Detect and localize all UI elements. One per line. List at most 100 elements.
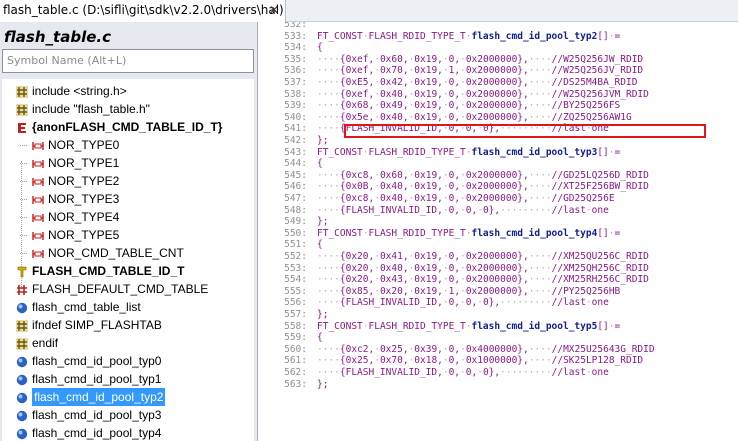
symbol-label: NOR_TYPE0 xyxy=(48,138,120,152)
code-editor[interactable]: 532: 533: FT_CONST·FLASH_RDID_TYPE_T·flash… xyxy=(259,22,738,441)
code-text: ····{0x20,·0x41,·0x19,·0,·0x2000000},···… xyxy=(317,251,649,262)
symbol-label: include <string.h> xyxy=(32,84,127,98)
code-line: 563:}; xyxy=(259,379,738,390)
code-line: 554: ····{0x20,·0x43,·0x19,·0,·0x2000000}… xyxy=(259,274,738,285)
symbol-item[interactable]: flash_cmd_id_pool_typ0 xyxy=(2,352,254,370)
code-line: 548: ····{FLASH_INVALID_ID,·0,·0,·0},····… xyxy=(259,205,738,216)
tree-connector xyxy=(20,235,27,236)
code-line: 552: ····{0x20,·0x41,·0x19,·0,·0x2000000}… xyxy=(259,251,738,262)
code-line: 534: { xyxy=(259,42,738,53)
symbol-item[interactable]: flash_cmd_id_pool_typ4 xyxy=(2,424,254,441)
line-number: 557: xyxy=(284,309,307,320)
symbol-item[interactable]: endif xyxy=(2,334,254,352)
symbol-item[interactable]: ifndef SIMP_FLASHTAB xyxy=(2,316,254,334)
symbol-label: flash_cmd_id_pool_typ4 xyxy=(32,426,162,440)
symbol-item[interactable]: NOR_TYPE5 xyxy=(2,226,254,244)
code-line: 562: ····{FLASH_INVALID_ID,·0,·0,·0},····… xyxy=(259,367,738,378)
define-icon xyxy=(16,337,28,350)
line-number: 540: xyxy=(284,111,307,123)
line-number: 561: xyxy=(284,355,307,367)
code-line: 550: FT_CONST·FLASH_RDID_TYPE_T·flash_cmd… xyxy=(259,228,738,239)
code-text: ····{0xE5,·0x42,·0x19,·0,·0x2000000},···… xyxy=(317,77,638,88)
symbol-item[interactable]: {anonFLASH_CMD_TABLE_ID_T} xyxy=(2,118,254,136)
symbol-item[interactable]: NOR_TYPE2 xyxy=(2,172,254,190)
symbol-label: flash_cmd_table_list xyxy=(32,300,141,314)
line-number: 537: xyxy=(284,77,307,88)
highlight-box xyxy=(344,124,706,138)
typedef-icon xyxy=(16,265,28,278)
code-line: 544: { xyxy=(259,158,738,169)
code-text: FT_CONST·FLASH_RDID_TYPE_T·flash_cmd_id_… xyxy=(317,30,621,42)
symbol-item[interactable]: NOR_TYPE3 xyxy=(2,190,254,208)
code-line: 549:}; xyxy=(259,216,738,227)
variable-icon xyxy=(16,301,28,314)
symbol-item[interactable]: flash_cmd_id_pool_typ1 xyxy=(2,370,254,388)
symbol-item[interactable]: NOR_TYPE4 xyxy=(2,208,254,226)
code-text: ····{0xef,·0x60,·0x19,·0,·0x2000000},···… xyxy=(317,53,644,65)
macro-icon xyxy=(16,283,28,295)
tree-connector xyxy=(20,181,27,182)
enum-member-icon xyxy=(32,193,44,205)
symbol-search-input[interactable]: Symbol Name (Alt+L) xyxy=(2,49,254,73)
code-line: 532: xyxy=(259,22,738,30)
line-number: 556: xyxy=(284,297,307,309)
symbol-item[interactable]: include <string.h> xyxy=(2,82,254,100)
symbol-item[interactable]: include "flash_table.h" xyxy=(2,100,254,118)
symbol-item[interactable]: FLASH_DEFAULT_CMD_TABLE xyxy=(2,280,254,298)
code-line: 537: ····{0xE5,·0x42,·0x19,·0,·0x2000000}… xyxy=(259,77,738,88)
symbol-item[interactable]: flash_cmd_table_list xyxy=(2,298,254,316)
code-line: 535: ····{0xef,·0x60,·0x19,·0,·0x2000000}… xyxy=(259,54,738,65)
define-icon xyxy=(16,319,28,332)
enum-member-icon xyxy=(32,229,44,241)
code-text: { xyxy=(317,239,323,251)
symbol-label: flash_cmd_id_pool_typ3 xyxy=(32,408,162,422)
code-line: 560: ····{0xc2,·0x25,·0x39,·0,·0x4000000}… xyxy=(259,344,738,355)
define-icon xyxy=(16,103,28,116)
code-line: 556: ····{FLASH_INVALID_ID,·0,·0,·0},····… xyxy=(259,297,738,308)
tree-connector xyxy=(20,145,27,146)
code-text: ····{FLASH_INVALID_ID,·0,·0,·0},········… xyxy=(317,297,609,309)
line-number: 555: xyxy=(284,285,307,297)
code-line: 533: FT_CONST·FLASH_RDID_TYPE_T·flash_cmd… xyxy=(259,31,738,42)
tree-connector xyxy=(20,199,27,200)
symbol-label: NOR_TYPE3 xyxy=(48,192,120,206)
code-text: ····{FLASH_INVALID_ID,·0,·0,·0},········… xyxy=(317,204,609,216)
symbol-label: include "flash_table.h" xyxy=(32,102,150,116)
line-number: 554: xyxy=(284,274,307,286)
symbol-item[interactable]: flash_cmd_id_pool_typ2 xyxy=(2,388,254,406)
code-text: ····{0x20,·0x40,·0x19,·0,·0x2000000},···… xyxy=(317,262,649,274)
code-line: 543: FT_CONST·FLASH_RDID_TYPE_T·flash_cmd… xyxy=(259,147,738,158)
symbol-label: FLASH_CMD_TABLE_ID_T xyxy=(32,264,185,278)
code-text: }; xyxy=(317,216,329,228)
symbol-label: flash_cmd_id_pool_typ1 xyxy=(32,372,162,386)
symbol-item[interactable]: NOR_CMD_TABLE_CNT xyxy=(2,244,254,262)
symbol-label: ifndef SIMP_FLASHTAB xyxy=(32,318,162,332)
code-text: FT_CONST·FLASH_RDID_TYPE_T·flash_cmd_id_… xyxy=(317,146,621,158)
code-line: 559: { xyxy=(259,332,738,343)
enum-member-icon xyxy=(32,247,44,259)
line-number: 563: xyxy=(284,378,307,390)
code-line: 547: ····{0xc8,·0x40,·0x19,·0,·0x2000000}… xyxy=(259,193,738,204)
symbol-label: NOR_CMD_TABLE_CNT xyxy=(48,246,184,260)
tree-connector xyxy=(20,163,27,164)
line-number: 562: xyxy=(284,367,307,378)
code-text: ····{0x25,·0x70,·0x18,·0,·0x1000000},···… xyxy=(317,355,644,367)
close-icon[interactable]: ✕ xyxy=(269,0,279,21)
symbol-item[interactable]: flash_cmd_id_pool_typ3 xyxy=(2,406,254,424)
line-number: 539: xyxy=(284,100,307,112)
line-number: 547: xyxy=(284,193,307,204)
symbol-item[interactable]: FLASH_CMD_TABLE_ID_T xyxy=(2,262,254,280)
enum-member-icon xyxy=(32,175,44,187)
symbol-label: NOR_TYPE2 xyxy=(48,174,120,188)
file-tab[interactable]: flash_table.c (D:\sifli\git\sdk\v2.2.0\d… xyxy=(0,0,286,22)
code-line: 536: ····{0xef,·0x70,·0x19,·1,·0x2000000}… xyxy=(259,65,738,76)
panel-title: flash_table.c xyxy=(4,28,111,46)
line-number: 543: xyxy=(284,146,307,158)
line-number: 544: xyxy=(284,158,307,170)
code-line: 545: ····{0xc8,·0x60,·0x19,·0,·0x2000000}… xyxy=(259,170,738,181)
code-text: }; xyxy=(317,309,329,320)
code-text: { xyxy=(317,42,323,54)
code-line: 539: ····{0x68,·0x49,·0x19,·0,·0x2000000}… xyxy=(259,100,738,111)
symbol-item[interactable]: NOR_TYPE1 xyxy=(2,154,254,172)
symbol-item[interactable]: NOR_TYPE0 xyxy=(2,136,254,154)
